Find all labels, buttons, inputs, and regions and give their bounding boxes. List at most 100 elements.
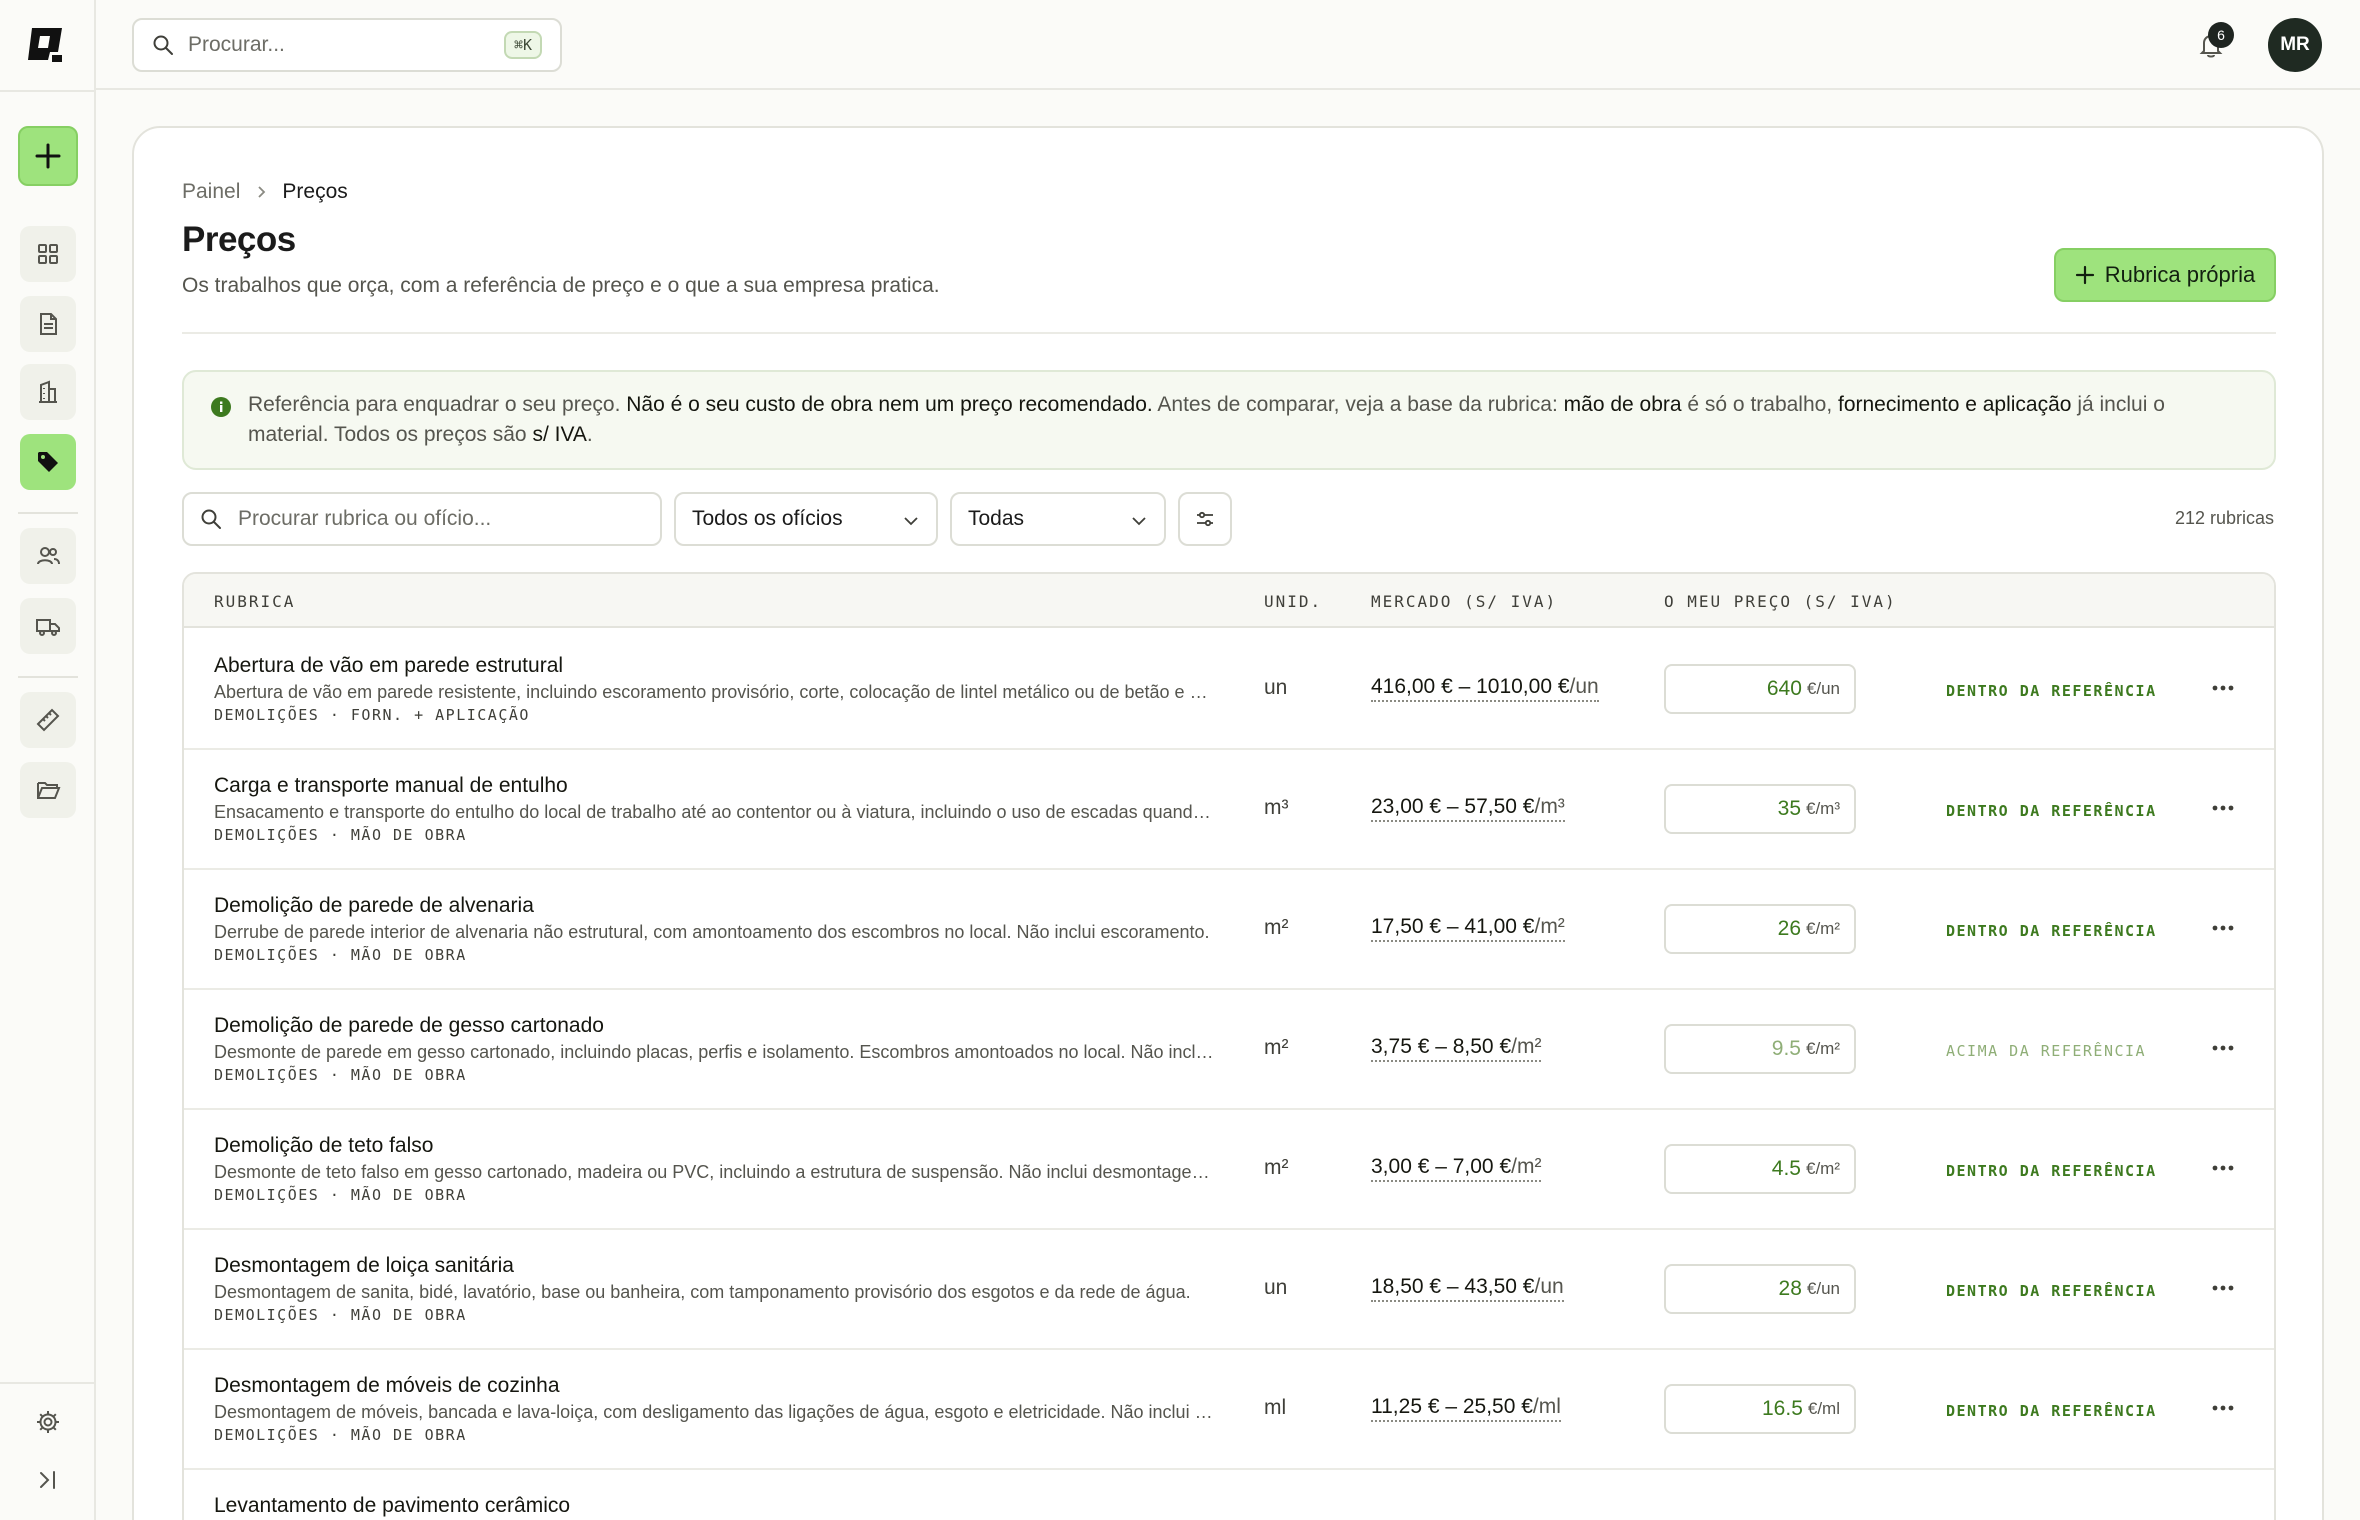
my-price-input[interactable]: 16.5 €/ml bbox=[1664, 1384, 1856, 1434]
my-price-input[interactable]: 9.5 €/m² bbox=[1664, 1024, 1856, 1074]
user-avatar[interactable]: MR bbox=[2268, 18, 2322, 72]
table-row[interactable]: Desmontagem de móveis de cozinha Desmont… bbox=[184, 1350, 2274, 1470]
row-description: Desmonte de parede em gesso cartonado, i… bbox=[214, 1042, 1214, 1062]
row-market-range[interactable]: 18,50 € – 43,50 €/un bbox=[1371, 1275, 1564, 1302]
row-name: Demolição de parede de alvenaria bbox=[214, 894, 534, 917]
trade-select[interactable]: Todos os ofícios bbox=[674, 492, 938, 546]
global-search-input[interactable]: Procurar... ⌘K bbox=[132, 18, 562, 72]
app-logo[interactable] bbox=[24, 22, 70, 68]
market-range-value: 17,50 € – 41,00 € bbox=[1371, 915, 1535, 938]
table-row[interactable]: Abertura de vão em parede estrutural Abe… bbox=[184, 630, 2274, 750]
row-market-range[interactable]: 3,75 € – 8,50 €/m² bbox=[1371, 1035, 1542, 1062]
building-icon bbox=[39, 380, 57, 403]
header-market[interactable]: MERCADO (S/ IVA) bbox=[1371, 592, 1557, 611]
breadcrumb-parent[interactable]: Painel bbox=[182, 180, 240, 204]
more-options-icon[interactable] bbox=[2208, 1276, 2238, 1300]
nav-dashboard[interactable] bbox=[20, 226, 76, 282]
row-status-label: DENTRO DA REFERÊNCIA bbox=[1946, 1402, 2157, 1420]
header-divider bbox=[182, 332, 2276, 334]
row-name: Demolição de parede de gesso cartonado bbox=[214, 1014, 604, 1037]
table-header: RUBRICA UNID. MERCADO (S/ IVA) O MEU PRE… bbox=[184, 574, 2274, 628]
nav-divider bbox=[18, 512, 78, 514]
more-options-icon[interactable] bbox=[2208, 796, 2238, 820]
my-price-value: 35 bbox=[1777, 797, 1801, 820]
more-options-icon[interactable] bbox=[2208, 916, 2238, 940]
row-description: Desmontagem de móveis, bancada e lava-lo… bbox=[214, 1402, 1214, 1422]
row-market-range[interactable]: 23,00 € – 57,50 €/m³ bbox=[1371, 795, 1565, 822]
row-market-range[interactable]: 416,00 € – 1010,00 €/un bbox=[1371, 675, 1599, 702]
info-bold-1: Não é o seu custo de obra nem um preço r… bbox=[626, 393, 1153, 416]
settings-gear-icon bbox=[37, 1411, 59, 1433]
row-tags: DEMOLIÇÕES · MÃO DE OBRA bbox=[214, 1306, 467, 1324]
my-price-input[interactable]: 35 €/m³ bbox=[1664, 784, 1856, 834]
collapse-sidebar-button[interactable] bbox=[30, 1462, 66, 1498]
row-market-range[interactable]: 3,00 € – 7,00 €/m² bbox=[1371, 1155, 1542, 1182]
my-price-input[interactable]: 28 €/un bbox=[1664, 1264, 1856, 1314]
add-own-item-button[interactable]: Rubrica própria bbox=[2054, 248, 2276, 302]
info-text-1: Referência para enquadrar o seu preço. bbox=[248, 393, 627, 416]
my-price-unit: €/ml bbox=[1807, 1399, 1840, 1418]
nav-documents[interactable] bbox=[20, 296, 76, 352]
plus-icon bbox=[35, 143, 61, 169]
chevron-down-icon bbox=[904, 517, 918, 526]
table-row[interactable]: Demolição de parede de gesso cartonado D… bbox=[184, 990, 2274, 1110]
my-price-unit: €/un bbox=[1806, 1279, 1840, 1298]
item-search-input[interactable]: Procurar rubrica ou ofício... bbox=[182, 492, 662, 546]
topbar: Procurar... ⌘K 6 MR bbox=[96, 0, 2360, 90]
nav-measurements[interactable] bbox=[20, 692, 76, 748]
row-market-range[interactable]: 17,50 € – 41,00 €/m² bbox=[1371, 915, 1565, 942]
header-my-price[interactable]: O MEU PREÇO (S/ IVA) bbox=[1664, 592, 1897, 611]
my-price-value: 26 bbox=[1777, 917, 1801, 940]
more-options-icon[interactable] bbox=[2208, 676, 2238, 700]
search-icon bbox=[201, 509, 221, 529]
my-price-input[interactable]: 26 €/m² bbox=[1664, 904, 1856, 954]
collapse-sidebar-icon bbox=[40, 1471, 55, 1489]
my-price-value: 640 bbox=[1766, 677, 1802, 700]
settings-button[interactable] bbox=[30, 1404, 66, 1440]
nav-files[interactable] bbox=[20, 762, 76, 818]
row-market-range[interactable]: 11,25 € – 25,50 €/ml bbox=[1371, 1395, 1561, 1422]
row-status-label: DENTRO DA REFERÊNCIA bbox=[1946, 1162, 2157, 1180]
header-unit[interactable]: UNID. bbox=[1264, 592, 1322, 611]
row-status-label: DENTRO DA REFERÊNCIA bbox=[1946, 1282, 2157, 1300]
market-range-unit: /m² bbox=[1511, 1155, 1542, 1178]
my-price-unit: €/m² bbox=[1806, 1039, 1840, 1058]
nav-suppliers[interactable] bbox=[20, 598, 76, 654]
truck-icon bbox=[36, 619, 60, 636]
page-title: Preços bbox=[182, 220, 296, 259]
table-row[interactable]: Levantamento de pavimento cerâmico bbox=[184, 1470, 2274, 1520]
info-bold-4: s/ IVA bbox=[532, 423, 587, 446]
row-status-label: DENTRO DA REFERÊNCIA bbox=[1946, 802, 2157, 820]
nav-buildings[interactable] bbox=[20, 364, 76, 420]
table-row[interactable]: Demolição de teto falso Desmonte de teto… bbox=[184, 1110, 2274, 1230]
nav-prices[interactable] bbox=[20, 434, 76, 490]
market-range-unit: /m² bbox=[1511, 1035, 1542, 1058]
row-description: Ensacamento e transporte do entulho do l… bbox=[214, 802, 1214, 822]
row-status-label: DENTRO DA REFERÊNCIA bbox=[1946, 922, 2157, 940]
header-item[interactable]: RUBRICA bbox=[214, 592, 295, 611]
more-options-icon[interactable] bbox=[2208, 1156, 2238, 1180]
table-row[interactable]: Carga e transporte manual de entulho Ens… bbox=[184, 750, 2274, 870]
notifications-count-badge: 6 bbox=[2208, 22, 2234, 48]
status-select[interactable]: Todas bbox=[950, 492, 1166, 546]
nav-clients[interactable] bbox=[20, 528, 76, 584]
advanced-filters-button[interactable] bbox=[1178, 492, 1232, 546]
sidebar bbox=[0, 0, 96, 1520]
my-price-input[interactable]: 4.5 €/m² bbox=[1664, 1144, 1856, 1194]
document-icon bbox=[40, 313, 57, 335]
more-options-icon[interactable] bbox=[2208, 1036, 2238, 1060]
create-new-button[interactable] bbox=[18, 126, 78, 186]
row-unit: ml bbox=[1264, 1396, 1287, 1419]
my-price-value: 4.5 bbox=[1771, 1157, 1801, 1180]
row-unit: un bbox=[1264, 676, 1288, 699]
table-row[interactable]: Desmontagem de loiça sanitária Desmontag… bbox=[184, 1230, 2274, 1350]
row-tags: DEMOLIÇÕES · MÃO DE OBRA bbox=[214, 1186, 467, 1204]
price-tag-icon bbox=[38, 452, 58, 472]
my-price-input[interactable]: 640 €/un bbox=[1664, 664, 1856, 714]
users-icon bbox=[37, 547, 60, 565]
more-options-icon[interactable] bbox=[2208, 1396, 2238, 1420]
market-range-value: 416,00 € – 1010,00 € bbox=[1371, 675, 1570, 698]
row-description: Desmontagem de sanita, bidé, lavatório, … bbox=[214, 1282, 1191, 1302]
table-row[interactable]: Demolição de parede de alvenaria Derrube… bbox=[184, 870, 2274, 990]
row-tags: DEMOLIÇÕES · MÃO DE OBRA bbox=[214, 826, 467, 844]
